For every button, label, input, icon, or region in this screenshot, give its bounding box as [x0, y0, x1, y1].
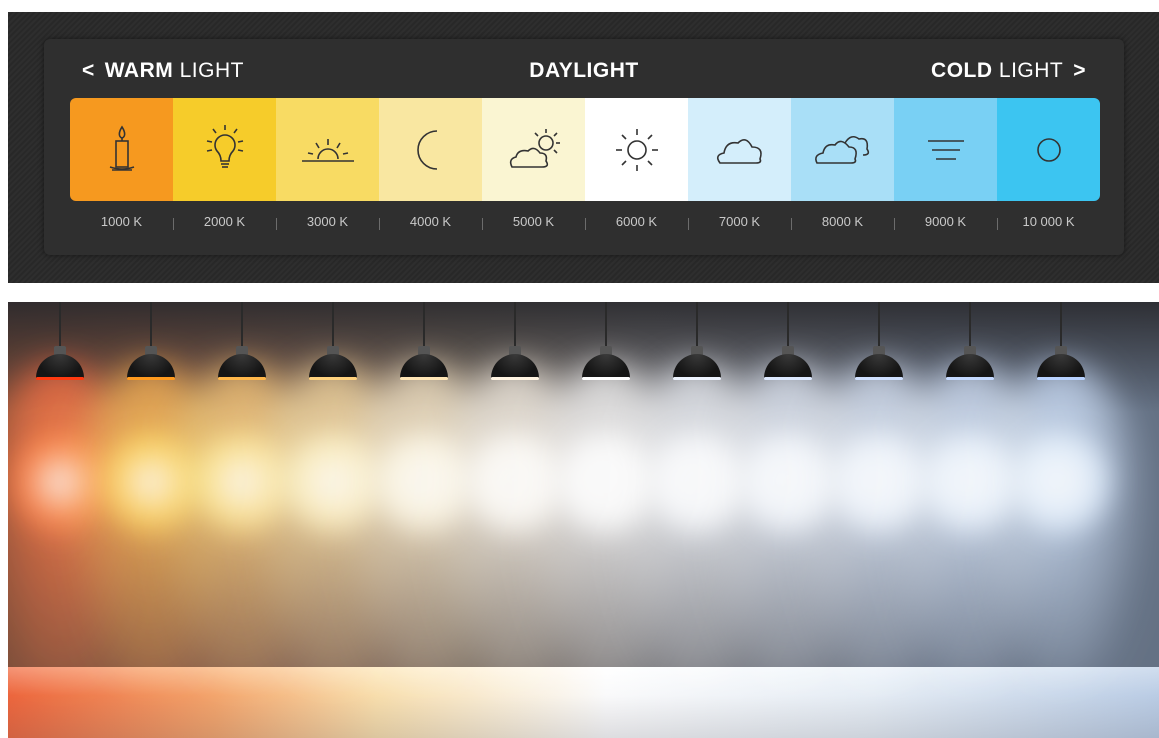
lamp-rim [764, 377, 812, 380]
color-temperature-banner: < WARM LIGHT DAYLIGHT COLD LIGHT > 1000 … [8, 12, 1159, 283]
temperature-scale-panel: < WARM LIGHT DAYLIGHT COLD LIGHT > 1000 … [44, 39, 1124, 255]
lamp-shade [855, 354, 903, 378]
partly-cloudy-icon [509, 128, 560, 168]
pendant-lamp [1031, 302, 1091, 382]
lamp-cord [605, 302, 607, 348]
lamp-cord [696, 302, 698, 348]
pendant-lamp [212, 302, 272, 382]
pendant-lamp [576, 302, 636, 382]
lamp-shade [309, 354, 357, 378]
swatch-5000k [482, 98, 585, 201]
lamp-cord [787, 302, 789, 348]
swatch-2000k [173, 98, 276, 201]
swatch-8000k [791, 98, 894, 201]
lamp-rim [1037, 377, 1085, 380]
light-spot [1006, 422, 1116, 542]
cold-light-heading: COLD LIGHT > [931, 59, 1096, 83]
lamp-cord [59, 302, 61, 348]
lamp-shade [582, 354, 630, 378]
kelvin-label: 5000 K [482, 214, 585, 238]
fog-icon [927, 139, 964, 160]
kelvin-label: 3000 K [276, 214, 379, 238]
pendant-lamp [30, 302, 90, 382]
swatch-3000k [276, 98, 379, 201]
swatch-7000k [688, 98, 791, 201]
cold-light-label: LIGHT [998, 59, 1064, 82]
swatch-1000k [70, 98, 173, 201]
swatch-10000k [997, 98, 1100, 201]
kelvin-label: 9000 K [894, 214, 997, 238]
lamp-rim [946, 377, 994, 380]
kelvin-label: 8000 K [791, 214, 894, 238]
lamp-shade [673, 354, 721, 378]
lamp-shade [36, 354, 84, 378]
pendant-lamp [303, 302, 363, 382]
lamp-shade [400, 354, 448, 378]
moon-icon [416, 129, 437, 170]
clouds-icon [814, 135, 869, 164]
swatch-4000k [379, 98, 482, 201]
pendant-lamp [667, 302, 727, 382]
lamp-rim [36, 377, 84, 380]
pendant-lamp [121, 302, 181, 382]
lamp-cord [969, 302, 971, 348]
lamp-rim [400, 377, 448, 380]
lamp-shade [127, 354, 175, 378]
pendant-lamps-photo [8, 302, 1159, 738]
kelvin-labels: 1000 K 2000 K 3000 K 4000 K 5000 K 6000 K 7000… [70, 214, 1100, 238]
lamp-cord [423, 302, 425, 348]
temperature-color-strip [70, 98, 1100, 201]
lamp-rim [127, 377, 175, 380]
lamp-cord [241, 302, 243, 348]
lightbulb-icon [206, 124, 243, 168]
pendant-lamp [758, 302, 818, 382]
swatch-6000k [585, 98, 688, 201]
chevron-right-icon: > [1073, 59, 1086, 82]
lamp-shade [491, 354, 539, 378]
lamp-rim [582, 377, 630, 380]
lamp-rim [218, 377, 266, 380]
lamp-shade [1037, 354, 1085, 378]
sunrise-icon [301, 138, 354, 162]
lamp-shade [946, 354, 994, 378]
lamp-rim [673, 377, 721, 380]
circle-icon [1036, 137, 1061, 162]
swatch-9000k [894, 98, 997, 201]
kelvin-label: 2000 K [173, 214, 276, 238]
sun-icon [615, 128, 658, 171]
lamp-cord [514, 302, 516, 348]
pendant-lamp [940, 302, 1000, 382]
candle-icon [109, 125, 134, 171]
lamp-cord [150, 302, 152, 348]
lamp-shade [218, 354, 266, 378]
kelvin-label: 4000 K [379, 214, 482, 238]
pendant-lamp [485, 302, 545, 382]
lamp-rim [309, 377, 357, 380]
kelvin-label: 10 000 K [997, 214, 1100, 238]
cold-label: COLD [931, 59, 993, 82]
lamp-rim [491, 377, 539, 380]
lamp-cord [332, 302, 334, 348]
lamp-rim [855, 377, 903, 380]
pendant-lamp [394, 302, 454, 382]
kelvin-label: 6000 K [585, 214, 688, 238]
lamp-cord [1060, 302, 1062, 348]
pendant-lamp [849, 302, 909, 382]
kelvin-label: 7000 K [688, 214, 791, 238]
cloud-icon [716, 138, 762, 164]
kelvin-label: 1000 K [100, 214, 143, 229]
lamp-cord [878, 302, 880, 348]
lamp-shade [764, 354, 812, 378]
